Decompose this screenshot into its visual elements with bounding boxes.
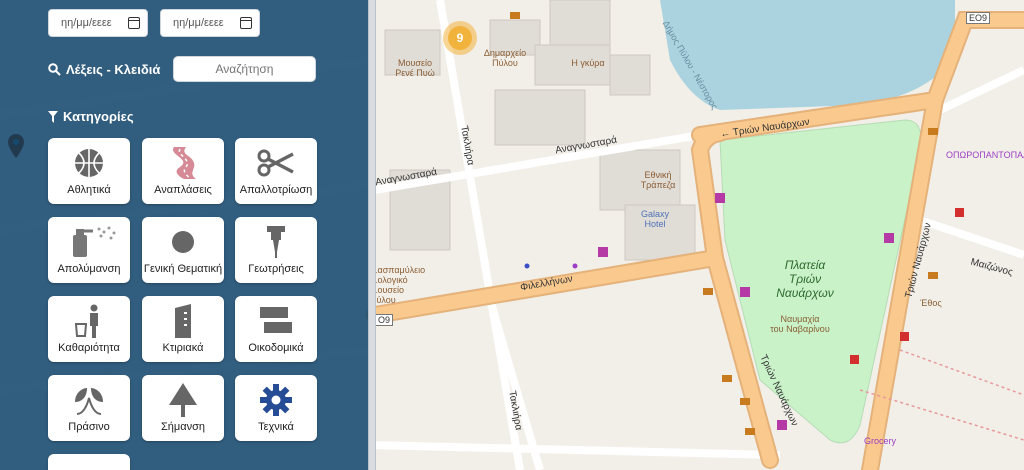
filter-icon: [48, 110, 58, 123]
poi-monument: Ναυμαχία του Ναβαρίνου: [770, 314, 830, 334]
gear-icon: [260, 384, 292, 416]
calendar-icon[interactable]: [128, 17, 140, 29]
date-to-input[interactable]: ηη/μμ/εεεε: [160, 9, 260, 37]
category-drilling[interactable]: Γεωτρήσεις: [235, 217, 317, 283]
category-greenery[interactable]: Πράσινο: [48, 375, 130, 441]
category-general[interactable]: Γενική Θεματική: [142, 217, 224, 283]
categories-label: Κατηγορίες: [48, 109, 134, 124]
spray-icon: [73, 226, 116, 257]
bricks-icon: [260, 307, 292, 333]
category-sports[interactable]: Αθλητικά: [48, 138, 130, 204]
location-pin-icon: [8, 134, 24, 158]
drill-icon: [267, 226, 285, 258]
category-signage[interactable]: Σήμανση: [142, 375, 224, 441]
poi-ethos: Έθος: [920, 298, 942, 308]
road-shield: O9: [375, 314, 394, 326]
sign-icon: [169, 383, 197, 417]
poi-town-hall: Δημαρχείο Πύλου: [483, 48, 527, 68]
poi-hotel: Galaxy Hotel: [640, 209, 669, 229]
search-icon: [48, 63, 61, 76]
poi-igkyra: Η γκύρα: [571, 58, 605, 68]
poi-bank: Εθνική Τράπεζα: [640, 170, 676, 190]
building-icon: [175, 304, 191, 338]
leaves-icon: [75, 388, 103, 415]
filter-panel: ηη/μμ/εεεε ηη/μμ/εεεε Λέξεις - Κλειδιά Κ…: [0, 0, 368, 470]
trash-person-icon: [74, 304, 98, 338]
basketball-icon: [75, 149, 103, 177]
square-label: Πλατεία Τριών Ναυάρχων: [776, 258, 834, 300]
category-construction[interactable]: Οικοδομικά: [235, 296, 317, 362]
category-disinfection[interactable]: Απολύμανση: [48, 217, 130, 283]
category-cleaning[interactable]: Καθαριότητα: [48, 296, 130, 362]
search-input[interactable]: [173, 56, 316, 82]
poi-museum2: ...ασπαμύλειο ...ολογικό ...ουσείο Πύλου: [370, 265, 426, 305]
date-from-input[interactable]: ηη/μμ/εεεε: [48, 9, 148, 37]
category-more[interactable]: [48, 454, 130, 470]
circle-icon: [172, 231, 194, 253]
category-renovations[interactable]: Αναπλάσεις: [142, 138, 224, 204]
poi-museum: Μουσείο Ρενέ Πυώ: [395, 58, 435, 78]
keywords-label: Λέξεις - Κλειδιά: [48, 62, 160, 77]
category-buildings[interactable]: Κτιριακά: [142, 296, 224, 362]
category-technical[interactable]: Τεχνικά: [235, 375, 317, 441]
poi-grocery: Grocery: [863, 436, 896, 446]
road-icon: [173, 147, 196, 179]
calendar-icon[interactable]: [240, 17, 252, 29]
poi-shop: ΟΠΩΡΟΠΑΝΤΟΠΑΛΕΙ: [946, 150, 1024, 160]
panel-splitter[interactable]: [368, 0, 376, 470]
cluster-count: 9: [456, 31, 464, 45]
road-shield: EO9: [966, 12, 991, 24]
category-expropriation[interactable]: Απαλλοτρίωση: [235, 138, 317, 204]
scissors-icon: [257, 149, 294, 177]
